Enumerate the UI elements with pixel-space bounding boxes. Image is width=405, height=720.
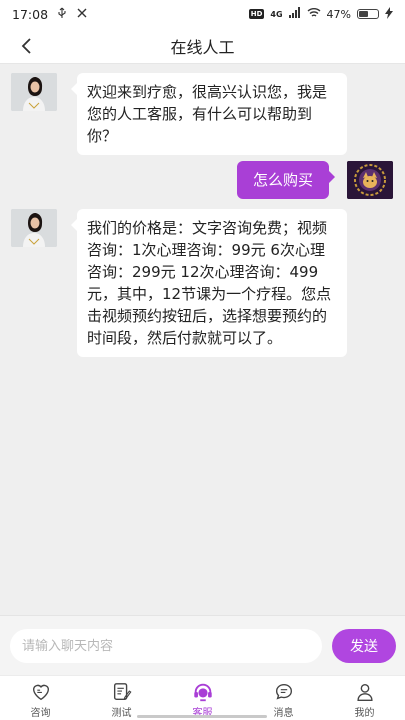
back-button[interactable] xyxy=(14,34,38,58)
wifi-icon xyxy=(307,7,321,21)
home-indicator xyxy=(137,715,267,718)
tab-label: 消息 xyxy=(273,708,294,719)
agent-avatar xyxy=(11,73,57,111)
message-bubble-agent: 欢迎来到疗愈，很高兴认识您，我是您的人工客服，有什么可以帮助到你？ xyxy=(71,73,347,155)
tools-icon xyxy=(76,7,88,22)
headset-agent-icon xyxy=(193,683,212,702)
send-button[interactable]: 发送 xyxy=(332,629,396,663)
status-bar: 17:08 HD 4G 47% xyxy=(0,0,405,28)
user-avatar xyxy=(347,161,393,199)
hd-badge-icon: HD xyxy=(248,9,265,19)
bottom-tab-bar: 咨询 测试 客服 消息 我的 xyxy=(0,675,405,720)
message-bubble-agent: 我们的价格是：文字咨询免费；视频咨询：1次心理咨询：99元 6次心理咨询：299… xyxy=(71,209,347,357)
battery-icon xyxy=(357,9,379,19)
tab-label: 测试 xyxy=(111,708,132,719)
message-bubble-icon xyxy=(275,683,292,700)
page-title: 在线人工 xyxy=(170,37,235,57)
edit-note-icon xyxy=(113,683,131,701)
status-time: 17:08 xyxy=(12,6,49,22)
tab-customer-service[interactable]: 客服 xyxy=(162,676,243,720)
heart-chat-icon xyxy=(32,684,49,701)
charging-icon xyxy=(385,6,393,22)
signal-bars-icon xyxy=(288,7,301,21)
signal-4g-icon: 4G xyxy=(270,9,283,19)
header-bar: 在线人工 xyxy=(0,28,405,64)
tab-consult[interactable]: 咨询 xyxy=(0,676,81,720)
tab-messages[interactable]: 消息 xyxy=(243,676,324,720)
tab-label: 我的 xyxy=(354,708,375,719)
user-icon xyxy=(356,683,373,701)
message-text: 欢迎来到疗愈，很高兴认识您，我是您的人工客服，有什么可以帮助到你？ xyxy=(87,83,328,145)
agent-avatar xyxy=(11,209,57,247)
chevron-left-icon xyxy=(21,38,31,54)
chat-area[interactable]: 欢迎来到疗愈，很高兴认识您，我是您的人工客服，有什么可以帮助到你？ 怎么购买 我… xyxy=(0,65,405,615)
battery-percent: 47% xyxy=(326,7,351,21)
message-text: 我们的价格是：文字咨询免费；视频咨询：1次心理咨询：99元 6次心理咨询：299… xyxy=(87,219,332,347)
message-bubble-user: 怎么购买 xyxy=(237,161,335,199)
tab-label: 咨询 xyxy=(30,708,51,719)
composer-bar: 发送 xyxy=(0,615,405,675)
tab-profile[interactable]: 我的 xyxy=(324,676,405,720)
tab-test[interactable]: 测试 xyxy=(81,676,162,720)
message-text: 怎么购买 xyxy=(252,171,313,189)
message-input[interactable] xyxy=(10,629,322,663)
usb-icon xyxy=(56,7,68,22)
